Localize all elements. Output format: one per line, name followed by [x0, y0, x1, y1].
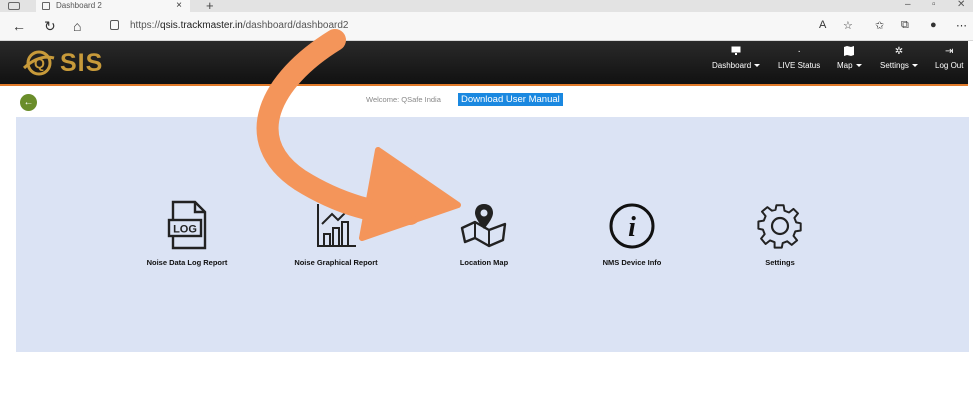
map-icon [837, 46, 862, 58]
close-window-icon[interactable]: ✕ [957, 0, 965, 10]
minimize-icon[interactable]: – [905, 0, 911, 10]
welcome-text: Welcome: QSafe India [366, 95, 441, 104]
log-file-icon: LOG [167, 200, 207, 250]
tile-noise-graphical-report[interactable]: Noise Graphical Report [266, 200, 406, 267]
tab-close-icon[interactable]: × [176, 0, 182, 11]
location-map-icon [460, 204, 507, 248]
tile-label: Settings [765, 258, 795, 267]
tile-location-map[interactable]: Location Map [414, 200, 554, 267]
info-icon-text: i [628, 212, 636, 243]
monitor-icon [712, 46, 760, 58]
more-menu-icon[interactable]: ⋯ [956, 19, 967, 32]
gear-icon: ✲ [894, 46, 904, 57]
browser-toolbar: ← ↻ ⌂ https://qsis.trackmaster.in/dashbo… [0, 12, 973, 41]
nav-settings-label: Settings [880, 61, 909, 70]
nav-live-status-label: LIVE Status [778, 61, 821, 70]
nav-logout[interactable]: ⇥ Log Out [935, 46, 963, 70]
address-bar[interactable]: https://qsis.trackmaster.in/dashboard/da… [104, 17, 966, 36]
logo-text: SIS [60, 48, 104, 77]
tab-title: Dashboard 2 [56, 1, 102, 10]
refresh-icon[interactable]: ↻ [44, 18, 56, 35]
logout-icon: ⇥ [945, 46, 954, 57]
screenshot: Dashboard 2 × + – ▫ ✕ ← ↻ ⌂ https://qsis… [0, 0, 973, 397]
tile-nms-device-info[interactable]: i NMS Device Info [562, 200, 702, 267]
profile-icon[interactable]: ● [930, 19, 937, 31]
tile-noise-data-log-report[interactable]: LOG Noise Data Log Report [117, 200, 257, 267]
log-icon-text: LOG [173, 224, 197, 236]
tile-label: NMS Device Info [602, 258, 662, 267]
chevron-down-icon [754, 64, 761, 68]
nav-live-status[interactable]: · LIVE Status [778, 46, 820, 70]
bar-chart-icon [317, 204, 356, 247]
nav-dashboard-label: Dashboard [712, 61, 752, 70]
nav-dashboard[interactable]: Dashboard [712, 46, 761, 70]
url-text: https://qsis.trackmaster.in/dashboard/da… [130, 20, 349, 31]
back-button[interactable]: ← [20, 94, 37, 111]
maximize-icon[interactable]: ▫ [932, 0, 936, 10]
globe-logo-icon: Q [22, 50, 55, 76]
download-manual-link[interactable]: Download User Manual [458, 93, 563, 106]
browser-tab-strip: Dashboard 2 × + – ▫ ✕ [0, 0, 973, 13]
tile-label: Noise Graphical Report [294, 258, 378, 267]
live-status-icon: · [797, 46, 801, 57]
collections-icon[interactable]: ⧉ [901, 19, 909, 32]
lock-icon [110, 20, 119, 30]
tile-settings[interactable]: Settings [710, 200, 850, 267]
tab-actions-icon[interactable] [8, 2, 20, 10]
nav-logout-label: Log Out [935, 61, 964, 70]
chevron-down-icon [911, 64, 918, 68]
app-header: Q SIS Dashboard · LIVE Status Map ✲ Sett… [0, 41, 968, 86]
page-favicon-icon [42, 2, 50, 10]
info-icon: i [609, 203, 655, 249]
back-arrow-icon[interactable]: ← [12, 18, 26, 34]
browser-tab[interactable]: Dashboard 2 × [36, 0, 190, 12]
back-arrow-icon: ← [23, 97, 34, 108]
sis-logo[interactable]: Q SIS [22, 48, 103, 78]
svg-text:Q: Q [34, 55, 45, 71]
nav-settings[interactable]: ✲ Settings [880, 46, 918, 70]
favorites-icon[interactable]: ✩ [875, 19, 884, 32]
nav-map-label: Map [837, 61, 853, 70]
home-icon[interactable]: ⌂ [73, 18, 81, 34]
gear-icon [757, 204, 802, 249]
tile-label: Location Map [459, 258, 509, 267]
nav-map[interactable]: Map [837, 46, 862, 70]
chevron-down-icon [855, 64, 862, 68]
favorite-star-icon[interactable]: ☆ [843, 19, 853, 32]
read-aloud-icon[interactable]: A [819, 19, 826, 31]
tile-label: Noise Data Log Report [146, 258, 228, 267]
